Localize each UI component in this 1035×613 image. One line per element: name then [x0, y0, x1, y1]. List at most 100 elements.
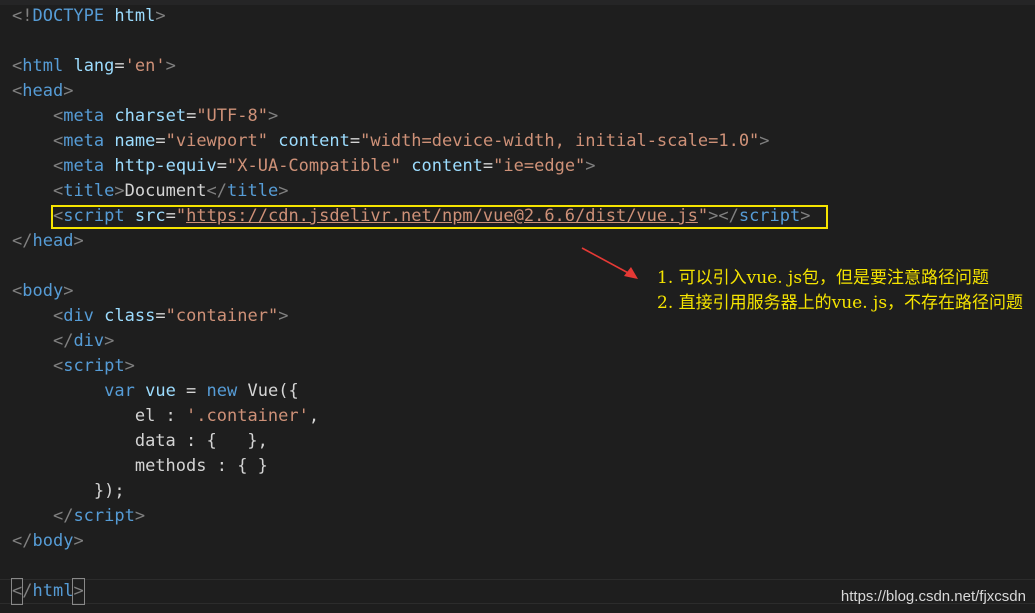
- token-punct: ,: [308, 406, 320, 426]
- code-line-5: <meta charset="UTF-8">: [12, 104, 811, 129]
- token-eq: =: [482, 156, 494, 176]
- token-punct: : { },: [175, 431, 268, 451]
- token-punct: >: [73, 231, 84, 251]
- token-tag: head: [32, 231, 74, 251]
- token-eq: =: [155, 131, 166, 151]
- token-eq: =: [114, 56, 125, 76]
- token-punct: </: [206, 181, 228, 201]
- code-line-18: data : { },: [12, 429, 811, 454]
- code-line-20: });: [12, 479, 811, 504]
- token-punct: >: [278, 306, 289, 326]
- token-key: el: [134, 406, 156, 426]
- token-tag: html: [32, 581, 74, 601]
- token-punct: >: [124, 356, 135, 376]
- code-line-16: var vue = new Vue({: [12, 379, 811, 404]
- token-attr: class: [104, 306, 156, 326]
- token-tag: title: [63, 181, 115, 201]
- token-tag: head: [22, 81, 64, 101]
- token-text: Document: [124, 181, 207, 201]
- token-punct: >: [63, 81, 74, 101]
- token-string: "container": [165, 306, 279, 326]
- token-attr: http-equiv: [114, 156, 217, 176]
- token-punct: </: [12, 231, 33, 251]
- code-line-3: <html lang='en'>: [12, 54, 811, 79]
- token-punct: >: [278, 181, 289, 201]
- annotation-line-1: 1. 可以引入vue. js包，但是要注意路径问题: [657, 268, 990, 288]
- token-string: "X-UA-Compatible": [227, 156, 402, 176]
- script-highlight-box: [51, 205, 828, 229]
- bracket-match-close: >: [72, 578, 85, 605]
- code-line-15: <script>: [12, 354, 811, 379]
- token-tag: meta: [63, 156, 105, 176]
- token-tag: script: [73, 506, 135, 526]
- token-tag: html: [22, 56, 64, 76]
- token-punct: >: [73, 531, 84, 551]
- token-punct: >: [165, 56, 176, 76]
- token-eq: =: [216, 156, 228, 176]
- token-punct: <: [12, 281, 23, 301]
- token-tag: title: [227, 181, 279, 201]
- token-tag: script: [63, 356, 125, 376]
- token-punct: </: [12, 531, 33, 551]
- token-punct: >: [585, 156, 596, 176]
- token-keyword: var: [104, 381, 135, 401]
- bracket-match-open: <: [10, 578, 24, 605]
- token-tag: body: [22, 281, 64, 301]
- token-punct: <: [12, 81, 23, 101]
- token-punct: </: [52, 331, 74, 351]
- code-line-7: <meta http-equiv="X-UA-Compatible" conte…: [12, 154, 811, 179]
- token-string: "UTF-8": [196, 106, 268, 126]
- code-line-10: </head>: [12, 229, 811, 254]
- token-attr: name: [114, 131, 156, 151]
- token-punct: <: [52, 306, 64, 326]
- token-punct: >: [155, 6, 166, 26]
- token-punct: >: [114, 181, 125, 201]
- token-punct: >: [63, 281, 74, 301]
- token-punct: /: [22, 581, 33, 601]
- token-keyword: new: [206, 381, 238, 401]
- code-line-1: <!DOCTYPE html>: [12, 4, 811, 29]
- token-string: "width=device-width, initial-scale=1.0": [360, 131, 760, 151]
- code-line-17: el : '.container',: [12, 404, 811, 429]
- code-line-24: </html>: [10, 578, 811, 605]
- token-eq: =: [155, 306, 166, 326]
- code-line-22: </body>: [12, 529, 811, 554]
- token-tag: meta: [63, 106, 105, 126]
- code-line-19: methods : { }: [12, 454, 811, 479]
- code-editor[interactable]: <!DOCTYPE html> <html lang='en'> <head> …: [0, 0, 1035, 613]
- token-punct: <!: [12, 6, 33, 26]
- token-punct: <: [12, 56, 23, 76]
- token-string: "ie=edge": [493, 156, 586, 176]
- token-attr: charset: [114, 106, 187, 126]
- code-line-14: </div>: [12, 329, 811, 354]
- token-string: "viewport": [165, 131, 268, 151]
- watermark: https://blog.csdn.net/fjxcsdn: [840, 588, 1026, 605]
- token-attr: content: [278, 131, 350, 151]
- token-punct: <: [52, 181, 64, 201]
- token-key: methods: [134, 456, 207, 476]
- token-punct: >: [134, 506, 146, 526]
- token-punct: >: [104, 331, 115, 351]
- token-attr: content: [411, 156, 483, 176]
- token-attr: html: [114, 6, 156, 26]
- code-line-6: <meta name="viewport" content="width=dev…: [12, 129, 811, 154]
- code-line-8: <title>Document</title>: [12, 179, 811, 204]
